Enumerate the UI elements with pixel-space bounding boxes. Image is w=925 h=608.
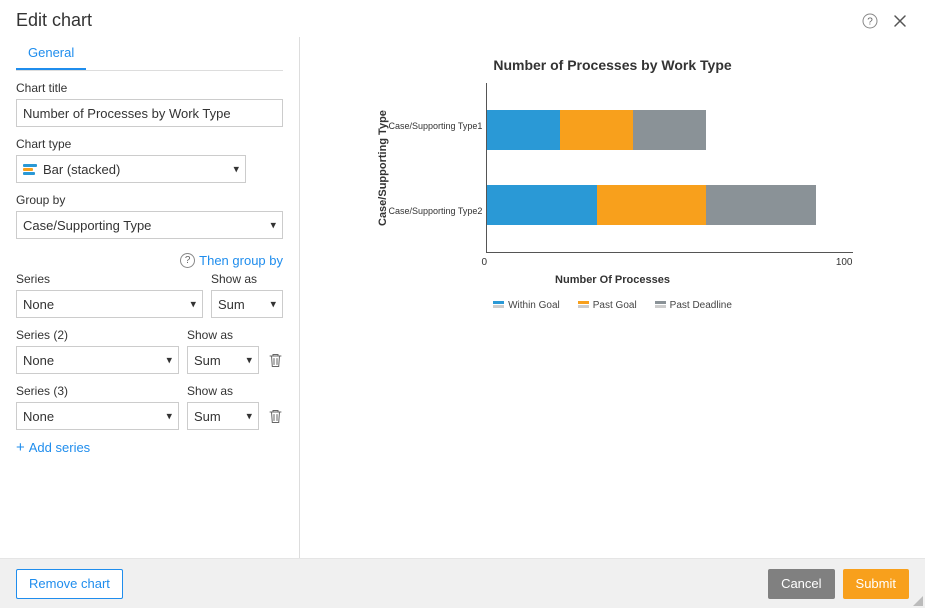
group-by-label: Group by — [16, 193, 283, 207]
y-tick-0: Case/Supporting Type1 — [389, 106, 483, 146]
bar-row — [487, 185, 852, 225]
legend-icon — [578, 301, 589, 310]
then-group-by-button[interactable]: ? Then group by — [16, 249, 283, 272]
bar-segment — [597, 185, 707, 225]
show-as-label-2: Show as — [187, 328, 259, 342]
remove-chart-button[interactable]: Remove chart — [16, 569, 123, 599]
chart-preview: Number of Processes by Work Type Case/Su… — [373, 57, 853, 311]
chart-type-label: Chart type — [16, 137, 283, 151]
bar-stacked-icon — [23, 162, 37, 176]
show-as-3-value: Sum — [194, 409, 221, 424]
series-3-group: Series (3) None Show as Sum — [16, 384, 283, 430]
bar-row — [487, 110, 852, 150]
dialog-footer: Remove chart Cancel Submit — [0, 558, 925, 608]
x-axis-title: Number Of Processes — [373, 274, 853, 286]
chart-legend: Within Goal Past Goal Past Deadline — [373, 300, 853, 311]
help-icon[interactable]: ? — [861, 12, 879, 30]
dialog-header: Edit chart ? — [0, 0, 925, 37]
chart-title-group: Chart title — [16, 81, 283, 127]
add-series-label: Add series — [29, 440, 90, 455]
series-2-delete-button[interactable] — [267, 346, 283, 374]
series-3-select[interactable]: None — [16, 402, 179, 430]
bar-segment — [487, 185, 597, 225]
chart-type-value: Bar (stacked) — [43, 162, 120, 177]
chart-type-group: Chart type Bar (stacked) — [16, 137, 283, 183]
x-tick-0: 0 — [482, 257, 488, 268]
chart-plot-area: Case/Supporting Type Case/Supporting Typ… — [373, 83, 853, 253]
plot-surface — [486, 83, 852, 253]
chart-preview-panel: Number of Processes by Work Type Case/Su… — [300, 37, 925, 558]
series-3-delete-button[interactable] — [267, 402, 283, 430]
help-circle-icon: ? — [180, 253, 195, 268]
legend-item-past-goal: Past Goal — [578, 300, 637, 311]
series-3-label: Series (3) — [16, 384, 179, 398]
legend-item-past-deadline: Past Deadline — [655, 300, 732, 311]
show-as-3-select[interactable]: Sum — [187, 402, 259, 430]
tab-bar: General — [16, 37, 283, 71]
plus-icon: + — [16, 440, 25, 455]
x-tick-1: 100 — [836, 257, 853, 268]
header-actions: ? — [861, 12, 909, 30]
group-by-group: Group by Case/Supporting Type — [16, 193, 283, 239]
legend-icon — [493, 301, 504, 310]
submit-button[interactable]: Submit — [843, 569, 909, 599]
resize-grip-icon[interactable] — [913, 596, 923, 606]
series-1-value: None — [23, 297, 54, 312]
bar-segment — [706, 185, 816, 225]
legend-label: Within Goal — [508, 300, 560, 311]
y-axis-title: Case/Supporting Type — [373, 83, 389, 253]
series-1-select[interactable]: None — [16, 290, 203, 318]
group-by-value: Case/Supporting Type — [23, 218, 151, 233]
show-as-1-value: Sum — [218, 297, 245, 312]
y-axis-labels: Case/Supporting Type1 Case/Supporting Ty… — [389, 83, 487, 253]
series-2-value: None — [23, 353, 54, 368]
series-1-group: Series None Show as Sum — [16, 272, 283, 318]
chart-title-label: Chart title — [16, 81, 283, 95]
group-by-select[interactable]: Case/Supporting Type — [16, 211, 283, 239]
series-label: Series — [16, 272, 203, 286]
dialog-body: General Chart title Chart type Bar (stac… — [0, 37, 925, 558]
chart-title-text: Number of Processes by Work Type — [373, 57, 853, 73]
footer-actions: Cancel Submit — [768, 569, 909, 599]
cancel-button[interactable]: Cancel — [768, 569, 834, 599]
show-as-label-3: Show as — [187, 384, 259, 398]
dialog-title: Edit chart — [16, 10, 92, 31]
series-3-value: None — [23, 409, 54, 424]
show-as-label-1: Show as — [211, 272, 283, 286]
svg-text:?: ? — [867, 16, 873, 27]
legend-label: Past Deadline — [670, 300, 732, 311]
bar-segment — [633, 110, 706, 150]
series-2-label: Series (2) — [16, 328, 179, 342]
series-2-select[interactable]: None — [16, 346, 179, 374]
chart-title-input[interactable] — [16, 99, 283, 127]
series-2-group: Series (2) None Show as Sum — [16, 328, 283, 374]
chart-type-select[interactable]: Bar (stacked) — [16, 155, 246, 183]
x-axis-labels: 0 100 — [482, 257, 853, 268]
tab-general[interactable]: General — [16, 37, 86, 70]
bar-segment — [560, 110, 633, 150]
show-as-2-select[interactable]: Sum — [187, 346, 259, 374]
edit-chart-dialog: Edit chart ? General Chart title Chart t… — [0, 0, 925, 608]
bar-segment — [487, 110, 560, 150]
legend-icon — [655, 301, 666, 310]
settings-panel: General Chart title Chart type Bar (stac… — [0, 37, 300, 558]
legend-item-within-goal: Within Goal — [493, 300, 560, 311]
y-tick-1: Case/Supporting Type2 — [389, 191, 483, 231]
legend-label: Past Goal — [593, 300, 637, 311]
show-as-2-value: Sum — [194, 353, 221, 368]
add-series-button[interactable]: + Add series — [16, 440, 283, 455]
show-as-1-select[interactable]: Sum — [211, 290, 283, 318]
then-group-by-label: Then group by — [199, 253, 283, 268]
close-icon[interactable] — [891, 12, 909, 30]
